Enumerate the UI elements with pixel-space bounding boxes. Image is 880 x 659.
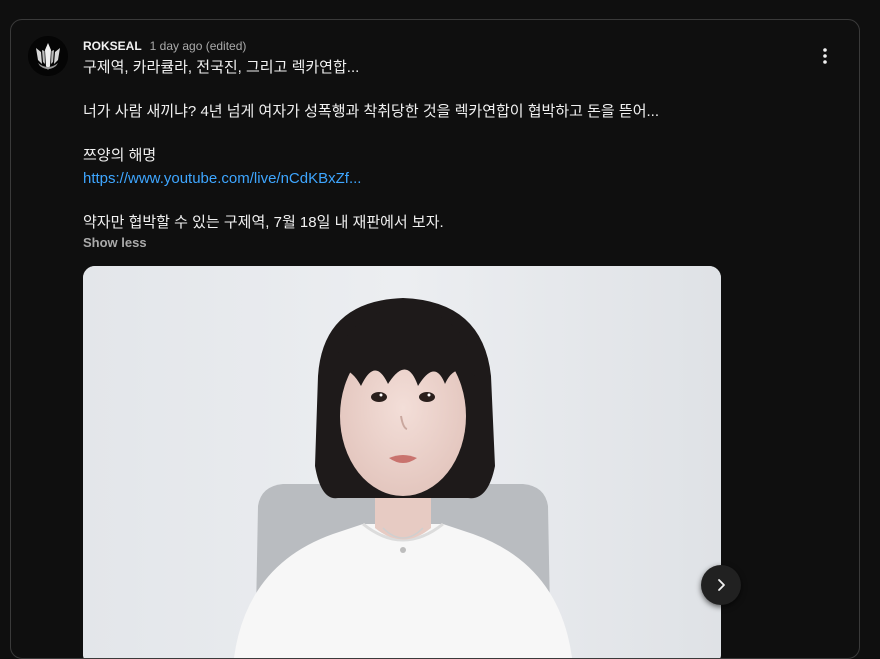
comment-link-line: https://www.youtube.com/live/nCdKBxZf... xyxy=(83,169,361,189)
more-vertical-icon xyxy=(823,48,827,64)
author-name[interactable]: ROKSEAL xyxy=(83,39,142,53)
comment-timestamp[interactable]: 1 day ago (edited) xyxy=(150,39,247,53)
video-link[interactable]: https://www.youtube.com/live/nCdKBxZf... xyxy=(83,170,361,187)
show-less-button[interactable]: Show less xyxy=(83,235,147,250)
chevron-right-icon xyxy=(718,579,725,591)
photo-illustration xyxy=(83,266,721,658)
next-image-button[interactable] xyxy=(701,565,741,605)
comment-meta: ROKSEAL 1 day ago (edited) xyxy=(83,38,246,54)
attached-image[interactable] xyxy=(83,266,721,658)
comment-text-line-2: 너가 사람 새끼냐? 4년 넘게 여자가 성폭행과 착취당한 것을 렉카연합이 … xyxy=(83,103,660,120)
comment-menu-button[interactable] xyxy=(809,40,841,72)
author-avatar[interactable] xyxy=(28,36,68,76)
comment-card: ROKSEAL 1 day ago (edited) 구제역, 카라큘라, 전국… xyxy=(10,19,860,659)
comment-text-line-5: 약자만 협박할 수 있는 구제역, 7월 18일 내 재판에서 보자. xyxy=(83,214,444,231)
trident-logo-icon xyxy=(28,36,68,76)
comment-text-line-3: 쯔양의 해명 xyxy=(83,147,157,164)
comment-text-line-1: 구제역, 카라큘라, 전국진, 그리고 렉카연합... xyxy=(83,59,360,76)
